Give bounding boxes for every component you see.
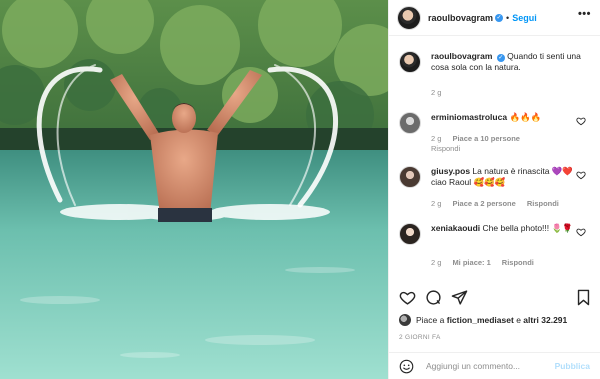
caption-username[interactable]: raoulbovagram [431,51,492,61]
comment-item: erminiomastroluca 🔥🔥🔥 2 g Piace a 10 pers… [399,112,592,153]
verified-badge-icon: ✓ [495,13,504,22]
separator-dot: • [506,12,510,23]
post-actions [399,289,592,309]
man-splashing-in-lagoon-image [0,0,388,379]
reply-button[interactable]: Rispondi [431,144,460,153]
follow-button[interactable]: Segui [512,13,537,23]
liker-username[interactable]: fiction_mediaset [447,315,514,325]
comment-time[interactable]: 2 g [431,134,441,143]
likes-count[interactable]: altri 32.291 [523,315,567,325]
comment-item: giusy.pos La natura è rinascita 💜❤️ ciao… [399,166,592,218]
comment-text: 🔥🔥🔥 [509,112,542,122]
emoji-icon[interactable] [399,359,414,374]
author-avatar[interactable] [397,5,421,30]
post-header: raoulbovagram ✓ • Segui ••• [389,0,600,36]
comments-list[interactable]: raoulbovagram ✓ Quando ti senti una cosa… [389,37,600,282]
comment-bubble-icon[interactable] [425,289,442,306]
post-photo[interactable] [0,0,388,379]
liker-avatar[interactable] [399,314,411,326]
commenter-avatar[interactable] [399,166,421,188]
likes-summary: Piace a fiction_mediaset e altri 32.291 [399,313,592,327]
comment-item: xeniakaoudi Che bella photo!!! 🌷🌹 2 g Mi … [399,223,592,273]
caption-time[interactable]: 2 g [431,88,441,97]
reply-button[interactable]: Rispondi [502,258,534,267]
like-heart-icon[interactable] [399,289,416,306]
save-bookmark-icon[interactable] [575,289,592,306]
reply-button[interactable]: Rispondi [527,199,559,208]
author-avatar[interactable] [399,51,421,73]
comment-time[interactable]: 2 g [431,258,441,267]
comment-username[interactable]: xeniakaoudi [431,223,480,233]
publish-button[interactable]: Pubblica [555,361,590,371]
add-comment-bar: Pubblica [389,352,600,379]
comment-likes[interactable]: Mi piace: 1 [452,258,490,267]
comment-input[interactable] [426,361,555,371]
author-username[interactable]: raoulbovagram [428,13,493,23]
comment-likes[interactable]: Piace a 2 persone [452,199,515,208]
comment-username[interactable]: giusy.pos [431,166,470,176]
likes-and: e [516,315,521,325]
post-sidebar: raoulbovagram ✓ • Segui ••• raoulbovagra… [388,0,600,379]
post-timestamp[interactable]: 2 GIORNI FA [399,334,441,341]
caption: raoulbovagram ✓ Quando ti senti una cosa… [399,51,592,111]
like-comment-heart-icon[interactable] [576,116,586,126]
likes-prefix: Piace a [416,315,445,325]
comment-time[interactable]: 2 g [431,199,441,208]
comment-likes[interactable]: Piace a 10 persone [452,134,520,143]
like-comment-heart-icon[interactable] [576,170,586,180]
comment-username[interactable]: erminiomastroluca [431,112,507,122]
verified-badge-icon: ✓ [496,54,505,62]
commenter-avatar[interactable] [399,223,421,245]
commenter-avatar[interactable] [399,112,421,134]
more-options-icon[interactable]: ••• [578,9,591,20]
share-send-icon[interactable] [451,289,468,306]
comment-text: Che bella photo!!! 🌷🌹 [482,223,573,233]
like-comment-heart-icon[interactable] [576,227,586,237]
